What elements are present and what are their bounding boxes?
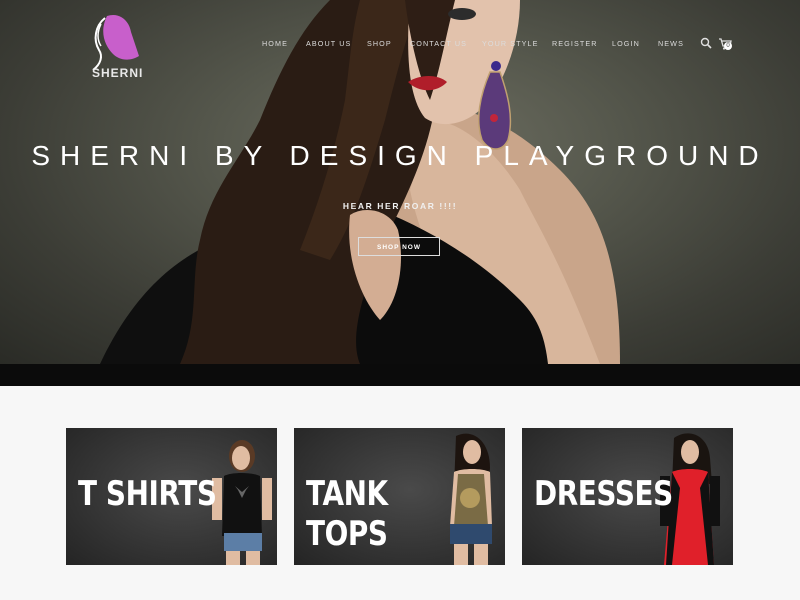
hero-title: SHERNI BY DESIGN PLAYGROUND [31, 140, 769, 171]
category-card-t-shirts[interactable]: T SHIRTS [66, 428, 277, 565]
category-label: DRESSES [534, 474, 673, 514]
category-card-tank-tops[interactable]: TANK TOPS [294, 428, 505, 565]
nav-home[interactable]: HOME [262, 39, 288, 48]
hero-bottom-strip [0, 364, 800, 386]
nav-your-style[interactable]: YOUR STYLE [482, 39, 539, 48]
nav-about-us[interactable]: ABOUT US [306, 39, 351, 48]
nav-login[interactable]: LOGIN [612, 39, 640, 48]
category-label: TANK TOPS [306, 474, 388, 554]
nav-news[interactable]: NEWS [658, 39, 684, 48]
cart-count-badge: 0 [724, 42, 732, 50]
hero-banner: SHERNI HOME ABOUT US SHOP CONTACT US YOU… [0, 0, 800, 364]
search-icon[interactable] [700, 37, 712, 49]
brand-name[interactable]: SHERNI [92, 66, 143, 80]
nav-shop[interactable]: SHOP [367, 39, 392, 48]
category-card-dresses[interactable]: DRESSES [522, 428, 733, 565]
nav-contact-us[interactable]: CONTACT US [410, 39, 467, 48]
category-label: T SHIRTS [78, 474, 217, 514]
nav-register[interactable]: REGISTER [552, 39, 598, 48]
shop-now-button[interactable]: SHOP NOW [358, 237, 440, 256]
hero-subtitle: HEAR HER ROAR !!!! [342, 201, 458, 211]
